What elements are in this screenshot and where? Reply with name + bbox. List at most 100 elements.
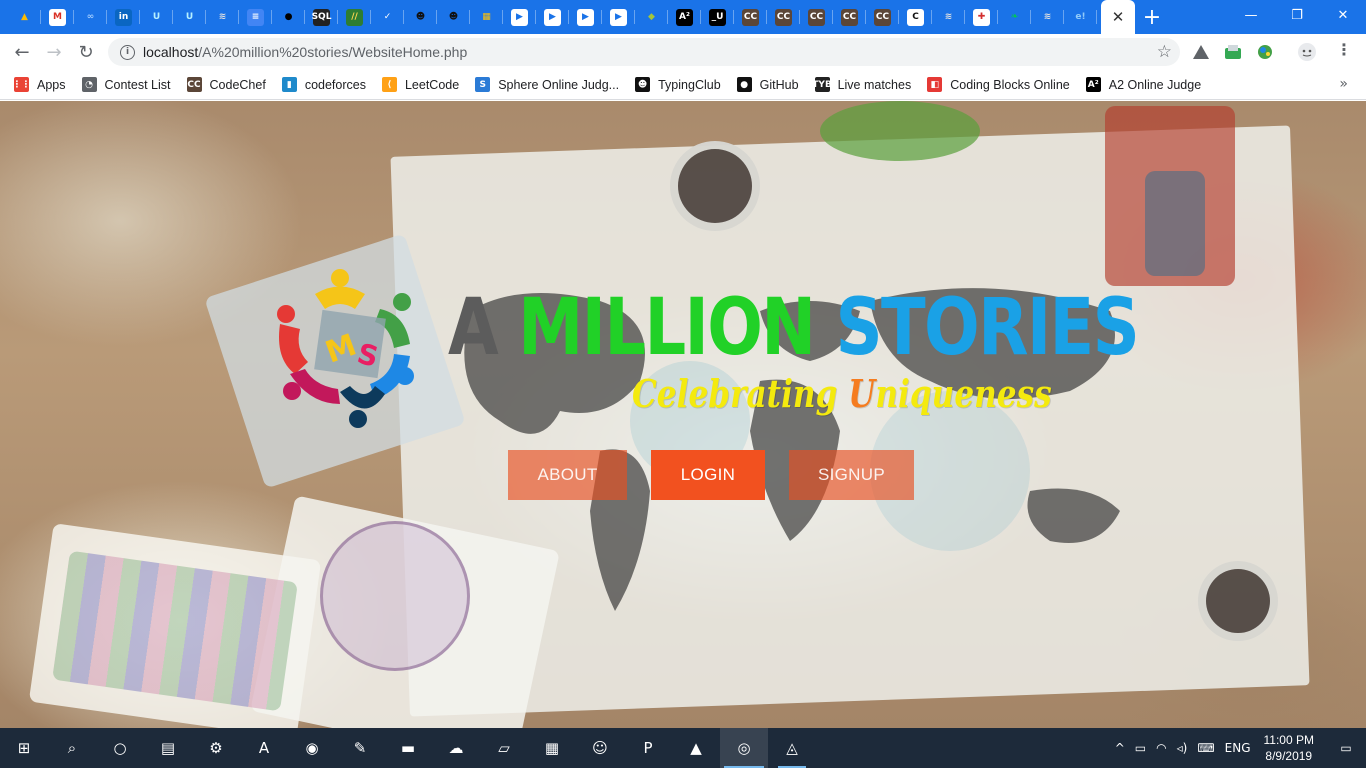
tray-chevron-icon[interactable]: ^ [1115,741,1125,755]
browser-tab[interactable]: ● [272,0,305,34]
bookmark-item[interactable]: ● GitHub [736,73,807,97]
taskbar-app[interactable]: P [624,728,672,768]
about-button[interactable]: ABOUT [508,450,627,500]
taskbar-app[interactable]: ⌕ [48,728,96,768]
language-indicator[interactable]: ENG [1225,741,1251,755]
browser-tab[interactable]: ▶ [503,0,536,34]
browser-tab[interactable]: ▲ [8,0,41,34]
browser-tab[interactable]: e! [1064,0,1097,34]
bookmarks-bar: ⋮⋮ Apps ◔ Contest List CC CodeChef ▮ codeforces… [0,70,1366,100]
taskbar-app[interactable]: ☺ [576,728,624,768]
bookmark-label: codeforces [304,77,366,92]
browser-tab[interactable]: ☻ [404,0,437,34]
notification-center-icon[interactable]: ▭ [1326,728,1366,768]
browser-tab[interactable]: CC [833,0,866,34]
browser-tab[interactable]: ≋ [206,0,239,34]
login-button[interactable]: LOGIN [651,450,765,500]
browser-tab[interactable]: C [899,0,932,34]
browser-tab[interactable]: in [107,0,140,34]
taskbar-app[interactable]: ◉ [288,728,336,768]
close-tab-icon[interactable]: ✕ [1112,8,1125,26]
bookmark-item[interactable]: S Sphere Online Judg... [475,73,627,97]
tagline-part-1: Celebrating [632,371,849,416]
taskbar-app[interactable]: ☁ [432,728,480,768]
browser-tab[interactable]: ▶ [602,0,635,34]
inbox-extension-icon[interactable] [1222,43,1244,61]
globe-extension-icon[interactable] [1254,43,1276,61]
taskbar-app[interactable]: ○ [96,728,144,768]
minimize-button[interactable]: — [1228,0,1274,30]
hackerearth-icon: // [346,8,363,26]
taskbar-app[interactable]: A [240,728,288,768]
browser-tab[interactable]: CC [800,0,833,34]
browser-tab[interactable]: A² [668,0,701,34]
browser-tab[interactable]: U [173,0,206,34]
bookmark-item[interactable]: TYB Live matches [812,73,920,97]
browser-tab[interactable]: M [41,0,74,34]
bookmark-item[interactable]: ◔ Contest List [81,73,179,97]
browser-tab[interactable]: ☻ [437,0,470,34]
browser-tab[interactable]: ❧ [998,0,1031,34]
drive-extension-icon[interactable] [1190,43,1212,61]
active-tab[interactable]: ✕ [1101,0,1135,34]
restore-button[interactable]: ❐ [1274,0,1320,30]
chrome-menu-icon[interactable]: ⋮ [1336,42,1352,58]
address-bar[interactable]: i localhost/A%20million%20stories/Websit… [108,38,1180,66]
taskbar-app[interactable]: ▬ [384,728,432,768]
browser-tab[interactable]: ∞ [74,0,107,34]
bookmark-item[interactable]: A² A2 Online Judge [1085,73,1209,97]
browser-tab[interactable]: SQL [305,0,338,34]
browser-tab[interactable]: ≋ [932,0,965,34]
taskbar-app[interactable]: ⚙ [192,728,240,768]
bookmark-item[interactable]: ☻ TypingClub [635,73,729,97]
taskbar-app[interactable]: ▲ [672,728,720,768]
browser-tab[interactable]: ≡ [239,0,272,34]
taskbar-app[interactable]: ▤ [144,728,192,768]
codechef-icon: CC [874,8,891,26]
bookmark-item[interactable]: ◧ Coding Blocks Online [927,73,1078,97]
taskbar-app[interactable]: ◎ [720,728,768,768]
codechef-icon: CC [775,8,792,26]
browser-tab[interactable]: U [140,0,173,34]
bookmark-item[interactable]: CC CodeChef [186,73,274,97]
bookmark-item[interactable]: ⋮⋮ Apps [13,73,74,97]
reload-button[interactable]: ↻ [70,36,102,68]
battery-icon[interactable]: ▭ [1135,741,1146,755]
browser-tab[interactable]: ▦ [470,0,503,34]
taskbar-app[interactable]: ▱ [480,728,528,768]
taskbar-app[interactable]: ◬ [768,728,816,768]
browser-tab[interactable]: CC [734,0,767,34]
bookmark-star-icon[interactable]: ☆ [1157,42,1172,62]
browser-tab[interactable]: CC [767,0,800,34]
close-window-button[interactable]: ✕ [1320,0,1366,30]
browser-tab[interactable]: ◆ [635,0,668,34]
browser-tab[interactable]: ≋ [1031,0,1064,34]
new-tab-button[interactable]: + [1135,0,1169,34]
bookmarks-overflow-icon[interactable]: » [1339,76,1348,92]
cat-app-icon: ☺ [592,739,608,757]
browser-tab[interactable]: CC [866,0,899,34]
signup-button[interactable]: SIGNUP [789,450,914,500]
task-view-icon: ▤ [160,739,176,757]
volume-icon[interactable]: ◃) [1177,741,1188,755]
taskbar-app[interactable]: ✎ [336,728,384,768]
back-button[interactable]: ← [6,36,38,68]
browser-tab[interactable]: ▶ [569,0,602,34]
taskbar-app[interactable]: ▦ [528,728,576,768]
wifi-icon[interactable]: ◠ [1156,741,1166,755]
browser-tab[interactable]: ✓ [371,0,404,34]
clock[interactable]: 11:00 PM 8/9/2019 [1264,732,1314,764]
forward-button[interactable]: → [38,36,70,68]
profile-avatar[interactable] [1296,43,1318,61]
info-icon[interactable]: i [120,44,135,60]
url-text[interactable]: localhost/A%20million%20stories/WebsiteH… [143,44,467,60]
browser-tab[interactable]: ✚ [965,0,998,34]
browser-tab[interactable]: ▶ [536,0,569,34]
sql-icon: SQL [312,8,331,26]
keyboard-icon[interactable]: ⌨ [1197,741,1214,755]
taskbar-app[interactable]: ⊞ [0,728,48,768]
browser-tab[interactable]: _U [701,0,734,34]
bookmark-item[interactable]: ▮ codeforces [281,73,374,97]
bookmark-item[interactable]: ⟨ LeetCode [381,73,467,97]
browser-tab[interactable]: // [338,0,371,34]
